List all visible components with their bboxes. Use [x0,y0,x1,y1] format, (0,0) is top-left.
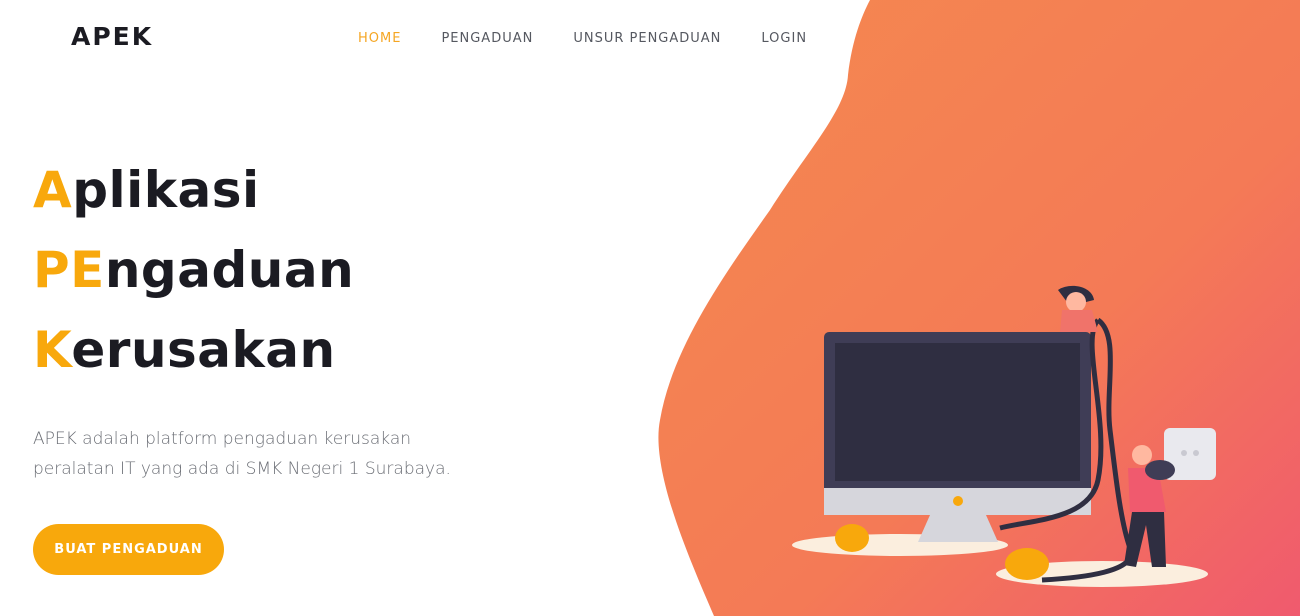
power-led [953,496,963,506]
hero-title-line-3: Kerusakan [33,310,354,390]
hero-title-rest: plikasi [72,161,260,219]
nav-link-login[interactable]: LOGIN [761,31,807,46]
nav-link-pengaduan[interactable]: PENGADUAN [441,31,533,46]
hero-accent-letters: A [33,161,73,219]
hero-title-rest: ngaduan [104,241,355,299]
hero-title-line-2: PEngaduan [33,230,354,310]
nav-item-home: HOME [358,29,401,47]
nav-item-unsur-pengaduan: UNSUR PENGADUAN [573,29,721,47]
person-plug-head [1132,445,1152,465]
navbar: APEK HOME PENGADUAN UNSUR PENGADUAN LOGI… [0,0,1300,74]
hero-accent-letters: K [33,321,72,379]
nav-link-unsur-pengaduan[interactable]: UNSUR PENGADUAN [573,31,721,46]
person-top-body [1060,310,1098,332]
hero-title-line-1: Aplikasi [33,150,354,230]
monitor-screen [835,343,1080,481]
socket-hole-1 [1181,450,1187,456]
hero-accent-letters: PE [33,241,105,299]
nav-link-home[interactable]: HOME [358,31,401,46]
hero-title-rest: erusakan [71,321,336,379]
buat-pengaduan-button[interactable]: BUAT PENGADUAN [33,524,224,575]
monitor-stand [918,515,998,542]
hero-title: Aplikasi PEngaduan Kerusakan [33,150,354,390]
stone-left [835,524,869,552]
nav-item-pengaduan: PENGADUAN [441,29,533,47]
brand-logo[interactable]: APEK [71,22,153,51]
computer-repair-illustration [792,285,1216,587]
hero-description: APEK adalah platform pengaduan kerusakan… [33,429,451,479]
nav-item-login: LOGIN [761,29,807,47]
nav-menu: HOME PENGADUAN UNSUR PENGADUAN LOGIN [358,29,807,47]
socket-hole-2 [1193,450,1199,456]
stone-right [1005,548,1049,580]
person-top-head [1066,292,1086,312]
plug [1145,460,1175,480]
person-plug-legs [1124,512,1166,567]
